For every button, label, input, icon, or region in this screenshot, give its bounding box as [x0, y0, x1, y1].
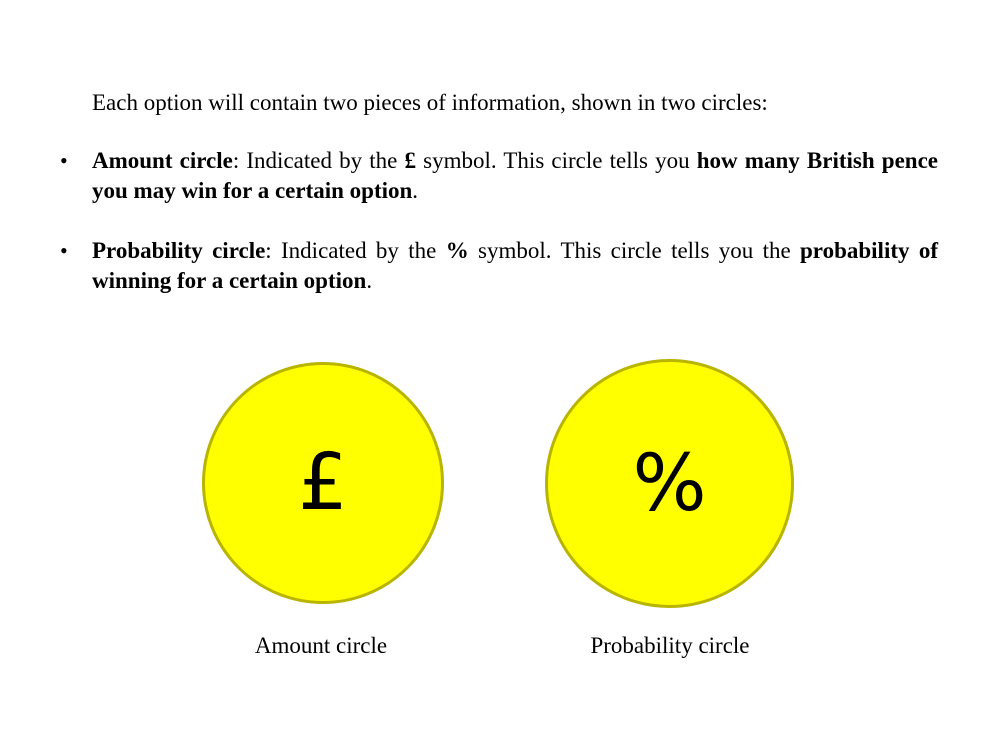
probability-circle: %	[545, 359, 794, 608]
amount-circle: £	[202, 362, 444, 604]
term-probability-circle: Probability circle	[92, 238, 266, 263]
bullet-text: symbol. This circle tells you the	[468, 238, 800, 263]
term-amount-circle: Amount circle	[92, 148, 233, 173]
percent-icon: %	[632, 438, 707, 529]
bullet-text: .	[412, 178, 419, 203]
bullet-dot: •	[60, 238, 68, 263]
bullet-dot: •	[60, 148, 68, 173]
pound-symbol-inline: £	[404, 148, 417, 173]
percent-symbol-inline: %	[445, 238, 469, 263]
amount-circle-label: Amount circle	[254, 633, 388, 658]
bullet-list: • Amount circle: Indicated by the £ symb…	[0, 146, 1000, 326]
probability-circle-label: Probability circle	[590, 633, 750, 658]
bullet-text: .	[366, 268, 373, 293]
pound-icon: £	[298, 438, 348, 528]
list-item-amount-circle: • Amount circle: Indicated by the £ symb…	[0, 146, 1000, 206]
intro-text: Each option will contain two pieces of i…	[92, 90, 768, 115]
bullet-text: : Indicated by the	[265, 238, 446, 263]
bullet-text: : Indicated by the	[232, 148, 405, 173]
bullet-text: symbol. This circle tells you	[416, 148, 697, 173]
list-item-probability-circle: • Probability circle: Indicated by the %…	[0, 236, 1000, 296]
